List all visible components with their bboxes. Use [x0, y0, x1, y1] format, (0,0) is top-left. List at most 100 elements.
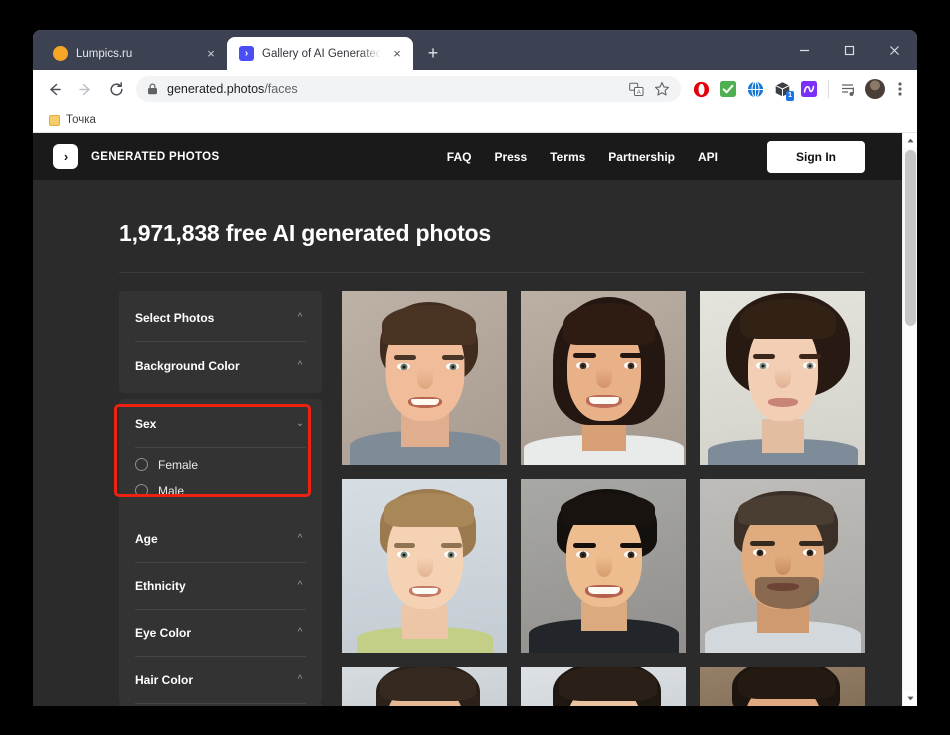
photo-thumbnail[interactable] [342, 667, 507, 706]
omnibox-actions: A [625, 78, 673, 100]
page-scrollbar[interactable] [902, 133, 917, 706]
lock-icon [147, 83, 158, 95]
filter-label: Eye Color [135, 626, 192, 640]
filter-ethnicity[interactable]: Ethnicity ^ [135, 563, 306, 610]
photo-grid [342, 291, 865, 706]
filter-age[interactable]: Age ^ [135, 516, 306, 563]
chevron-up-icon: ^ [297, 533, 303, 544]
generated-face-image [521, 291, 686, 465]
radio-option-male[interactable]: Male [135, 478, 306, 503]
site-header: › GENERATED PHOTOS FAQ Press Terms Partn… [33, 133, 902, 180]
nav-link-partnership[interactable]: Partnership [608, 150, 675, 164]
browser-tab-lumpics[interactable]: Lumpics.ru × [41, 37, 227, 70]
filter-sex[interactable]: Sex ⌄ [135, 401, 306, 448]
extension-badge-count: 1 [786, 91, 794, 101]
minimize-icon[interactable] [782, 30, 827, 70]
box-extension-icon[interactable]: 1 [771, 78, 794, 101]
tab-title: Gallery of AI Generated Faces | G [262, 47, 381, 60]
window-controls [782, 30, 917, 70]
close-icon[interactable]: × [389, 46, 405, 62]
filter-background-color[interactable]: Background Color ^ [135, 342, 306, 389]
star-icon[interactable] [651, 78, 673, 100]
filter-label: Hair Color [135, 673, 194, 687]
translate-icon[interactable]: A [625, 78, 647, 100]
photo-thumbnail[interactable] [700, 667, 865, 706]
bookmarks-bar: Точка [33, 108, 917, 133]
nav-link-terms[interactable]: Terms [550, 150, 585, 164]
photo-thumbnail[interactable] [700, 479, 865, 653]
chevron-up-icon: ^ [297, 359, 303, 371]
filter-hair-color[interactable]: Hair Color ^ [135, 657, 306, 704]
downloads-list-icon[interactable] [837, 78, 859, 100]
reload-icon[interactable] [101, 74, 131, 104]
opera-vpn-icon[interactable] [690, 78, 712, 100]
svg-text:A: A [636, 90, 640, 96]
checkmark-extension-icon[interactable] [717, 78, 739, 100]
chevron-up-icon: ^ [297, 312, 303, 323]
filter-label: Ethnicity [135, 579, 186, 593]
page-title: 1,971,838 free AI generated photos [119, 220, 491, 246]
close-icon[interactable] [872, 30, 917, 70]
brand[interactable]: › GENERATED PHOTOS [53, 144, 220, 169]
photo-thumbnail[interactable] [521, 291, 686, 465]
scroll-up-arrow-icon[interactable] [903, 133, 917, 148]
chevron-down-icon: ⌄ [295, 418, 305, 429]
filter-group-main: Sex ⌄ Female Male Age ^ Ethnicity ^ Eye … [119, 399, 322, 704]
maximize-icon[interactable] [827, 30, 872, 70]
radio-label: Female [158, 457, 199, 472]
scroll-down-arrow-icon[interactable] [903, 691, 917, 706]
url-host: generated.photos [167, 82, 265, 96]
sex-options: Female Male [135, 448, 306, 516]
content-row: Select Photos ^ Background Color ^ Sex ⌄… [53, 273, 865, 706]
scrollbar-thumb[interactable] [905, 150, 916, 326]
photo-thumbnail[interactable] [342, 291, 507, 465]
radio-circle-icon[interactable] [135, 458, 148, 471]
url-path: /faces [264, 82, 298, 96]
filter-select-photos[interactable]: Select Photos ^ [135, 295, 306, 342]
folder-icon [49, 114, 60, 126]
nav-link-press[interactable]: Press [494, 150, 527, 164]
filter-actions: Apply Reset [119, 704, 322, 706]
generated-face-image [342, 479, 507, 653]
tab-strip: Lumpics.ru × › Gallery of AI Generated F… [33, 30, 917, 70]
photo-thumbnail[interactable] [521, 479, 686, 653]
chevron-up-icon: ^ [297, 627, 303, 638]
generated-photos-icon: › [239, 46, 254, 61]
nav-link-faq[interactable]: FAQ [447, 150, 472, 164]
photo-thumbnail[interactable] [342, 479, 507, 653]
radio-label: Male [158, 483, 185, 498]
brand-name: GENERATED PHOTOS [91, 150, 220, 163]
photo-thumbnail[interactable] [700, 291, 865, 465]
generated-face-image [700, 291, 865, 465]
address-bar[interactable]: generated.photos/faces A [136, 76, 681, 102]
three-dots-menu-icon[interactable] [889, 76, 911, 102]
photo-thumbnail[interactable] [521, 667, 686, 706]
generated-face-image [521, 667, 686, 706]
filters-panel: Select Photos ^ Background Color ^ Sex ⌄… [114, 291, 322, 706]
page-content: › GENERATED PHOTOS FAQ Press Terms Partn… [33, 133, 902, 706]
bookmark-label: Точка [66, 114, 96, 126]
radio-option-female[interactable]: Female [135, 452, 306, 477]
title-block: 1,971,838 free AI generated photos [53, 180, 865, 273]
filter-label: Sex [135, 417, 157, 431]
purple-extension-icon[interactable] [798, 78, 820, 100]
generated-face-image [521, 479, 686, 653]
avatar[interactable] [865, 79, 885, 99]
generated-face-image [700, 479, 865, 653]
filter-eye-color[interactable]: Eye Color ^ [135, 610, 306, 657]
filter-label: Background Color [135, 358, 240, 373]
close-icon[interactable]: × [203, 46, 219, 62]
circle-orange-icon [53, 46, 68, 61]
new-tab-button[interactable]: + [419, 39, 447, 67]
globe-extension-icon[interactable] [744, 78, 766, 100]
filter-label: Select Photos [135, 311, 215, 325]
browser-window: Lumpics.ru × › Gallery of AI Generated F… [33, 30, 917, 706]
browser-tab-generated-photos[interactable]: › Gallery of AI Generated Faces | G × [227, 37, 413, 70]
radio-circle-icon[interactable] [135, 484, 148, 497]
bookmark-item[interactable]: Точка [43, 112, 102, 128]
back-arrow-icon[interactable] [39, 74, 69, 104]
generated-face-image [700, 667, 865, 706]
nav-link-api[interactable]: API [698, 150, 718, 164]
sign-in-button[interactable]: Sign In [767, 140, 865, 173]
browser-toolbar: generated.photos/faces A 1 [33, 70, 917, 108]
